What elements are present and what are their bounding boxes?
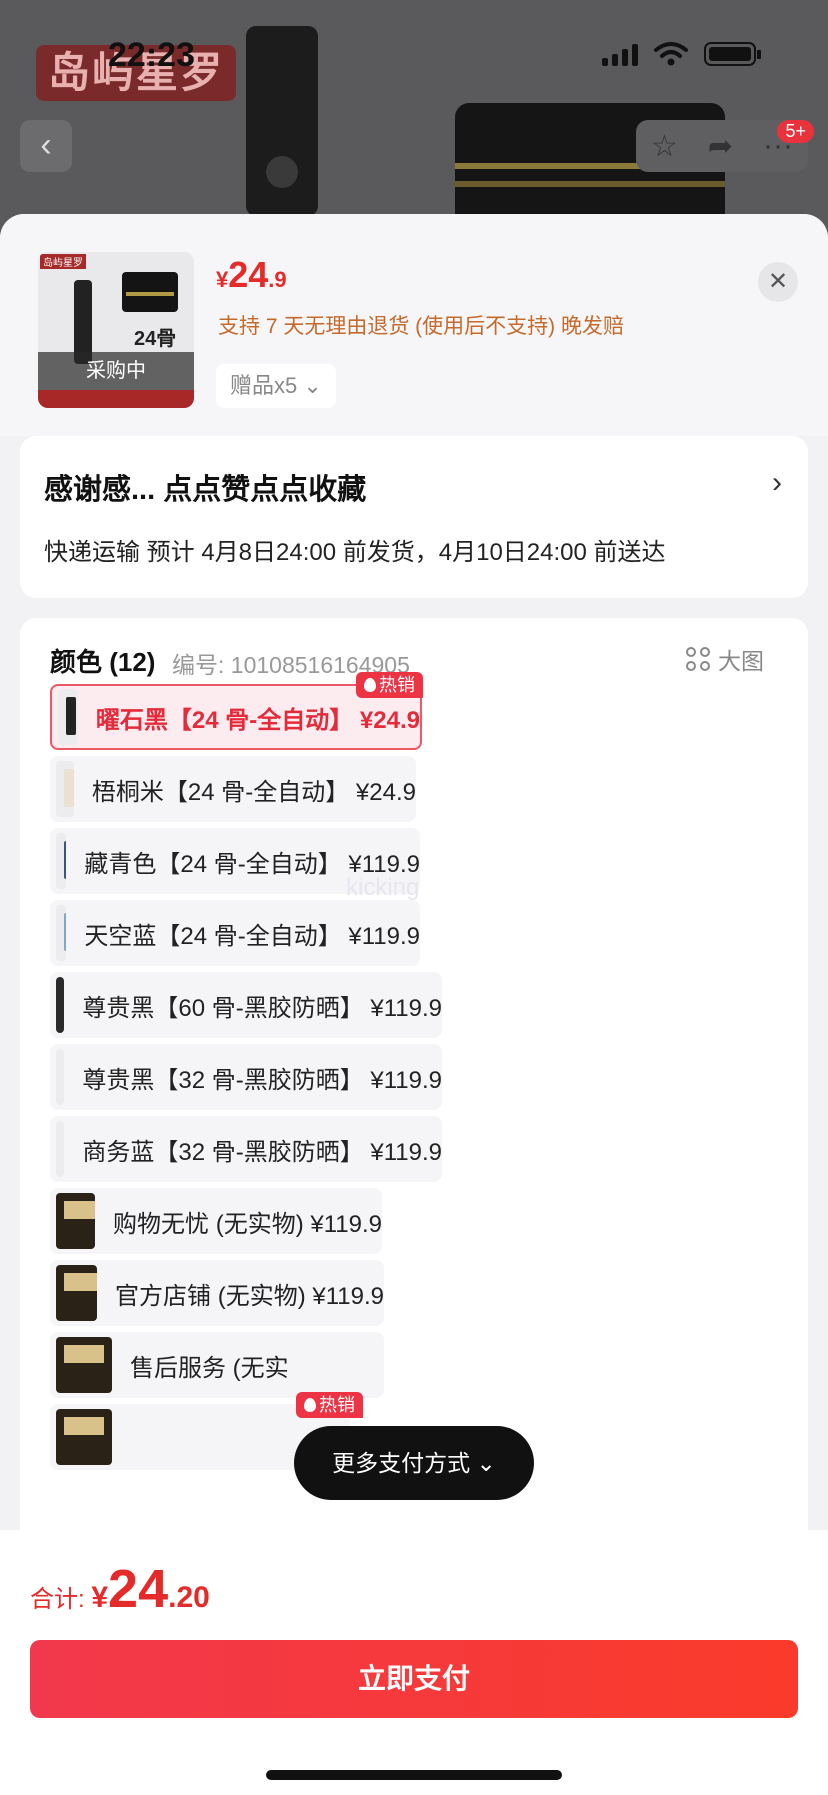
color-option[interactable]: 官方店铺 (无实物) ¥119.9 — [50, 1260, 384, 1326]
signal-icon — [602, 42, 638, 66]
status-time: 22:23 — [108, 36, 195, 74]
chevron-right-icon: › — [772, 466, 782, 499]
chevron-down-icon: ⌄ — [303, 373, 322, 398]
total-price: 合计: ¥24.20 — [30, 1559, 210, 1619]
more-payment-button[interactable]: 更多支付方式 ⌄ — [294, 1426, 534, 1500]
flame-icon — [304, 1398, 316, 1412]
home-indicator — [266, 1770, 562, 1780]
option-label: 官方店铺 (无实物) ¥119.9 — [115, 1282, 384, 1310]
option-label: 商务蓝【32 骨-黑胶防晒】 ¥119.9 — [82, 1138, 442, 1166]
back-button[interactable]: ‹ — [20, 120, 72, 172]
option-label: 尊贵黑【32 骨-黑胶防晒】 ¥119.9 — [82, 1066, 442, 1094]
hot-tag: 热销 — [356, 672, 423, 698]
option-label: 尊贵黑【60 骨-黑胶防晒】 ¥119.9 — [82, 994, 442, 1022]
option-label: 售后服务 (无实 — [130, 1354, 289, 1382]
close-button[interactable]: ✕ — [758, 262, 798, 302]
shipping-card[interactable]: 感谢感... 点点赞点点收藏 › 快递运输 预计 4月8日24:00 前发货，4… — [20, 436, 808, 598]
gift-chip[interactable]: 赠品x5 ⌄ — [216, 364, 336, 408]
thumb-brand: 岛屿星罗 — [40, 254, 86, 269]
grid-icon — [686, 647, 710, 671]
product-thumbnail[interactable]: 岛屿星罗 24骨 采购中 — [38, 252, 194, 408]
color-option[interactable]: 梧桐米【24 骨-全自动】 ¥24.9 — [50, 756, 416, 822]
color-section-title: 颜色 (12) — [50, 647, 156, 677]
umbrella-image — [246, 26, 318, 216]
product-price: ¥24.9 — [216, 254, 287, 295]
big-picture-toggle[interactable]: 大图 — [686, 642, 764, 676]
color-option[interactable]: 尊贵黑【32 骨-黑胶防晒】 ¥119.9 — [50, 1044, 442, 1110]
color-option[interactable]: 购物无忧 (无实物) ¥119.9 — [50, 1188, 382, 1254]
color-option[interactable]: 尊贵黑【60 骨-黑胶防晒】 ¥119.9 — [50, 972, 442, 1038]
thumb-spec-text: 24骨 — [134, 328, 177, 350]
color-option[interactable]: 商务蓝【32 骨-黑胶防晒】 ¥119.9 — [50, 1116, 442, 1182]
checkout-bar: 合计: ¥24.20 立即支付 — [0, 1530, 828, 1795]
big-picture-label: 大图 — [718, 648, 764, 674]
status-icons — [602, 42, 761, 66]
shipping-title: 感谢感... 点点赞点点收藏 — [44, 474, 367, 506]
cart-badge: 5+ — [777, 120, 814, 143]
share-icon[interactable]: ➦ — [708, 129, 733, 164]
return-policy: 支持 7 天无理由退货 (使用后不支持) 晚发赔 — [218, 315, 625, 338]
product-header: 岛屿星罗 24骨 采购中 ¥24.9 支持 7 天无理由退货 (使用后不支持) … — [0, 214, 828, 436]
thumb-status: 采购中 — [38, 352, 194, 390]
shipping-detail: 快递运输 预计 4月8日24:00 前发货，4月10日24:00 前送达 — [44, 539, 666, 566]
watermark: kicking — [346, 874, 420, 901]
flame-icon — [364, 678, 376, 692]
option-label: 天空蓝【24 骨-全自动】 ¥119.9 — [84, 922, 420, 950]
pay-now-button[interactable]: 立即支付 — [30, 1640, 798, 1718]
star-icon[interactable]: ☆ — [651, 129, 678, 164]
color-option[interactable]: 天空蓝【24 骨-全自动】 ¥119.9 — [50, 900, 420, 966]
color-option[interactable]: 售后服务 (无实 — [50, 1332, 384, 1398]
battery-icon — [704, 42, 761, 66]
option-label: 梧桐米【24 骨-全自动】 ¥24.9 — [91, 778, 416, 806]
option-label: 曜石黑【24 骨-全自动】 ¥24.9 — [95, 706, 420, 734]
option-label: 购物无忧 (无实物) ¥119.9 — [113, 1210, 382, 1238]
wifi-icon — [654, 42, 688, 66]
hot-tag: 热销 — [296, 1392, 363, 1418]
